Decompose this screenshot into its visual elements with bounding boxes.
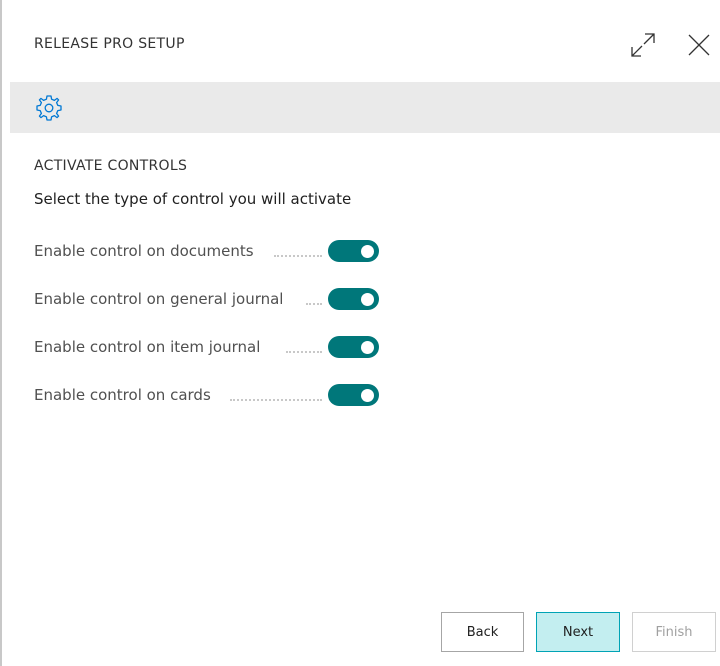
toggle-knob: [361, 245, 374, 258]
next-button[interactable]: Next: [536, 612, 620, 652]
section-subtitle: Select the type of control you will acti…: [34, 190, 352, 208]
control-label: Enable control on cards: [34, 386, 211, 404]
control-row-documents: Enable control on documents: [34, 240, 384, 264]
close-icon: [688, 34, 710, 56]
control-label: Enable control on general journal: [34, 290, 284, 308]
leader-dots: [286, 341, 322, 353]
dialog-title: RELEASE PRO SETUP: [34, 36, 185, 52]
toggle-cards[interactable]: [328, 384, 379, 406]
finish-button[interactable]: Finish: [632, 612, 716, 652]
expand-icon: [631, 33, 655, 57]
expand-button[interactable]: [628, 30, 658, 60]
toggle-general-journal[interactable]: [328, 288, 379, 310]
toggle-item-journal[interactable]: [328, 336, 379, 358]
gear-icon: [36, 95, 62, 121]
control-row-item-journal: Enable control on item journal: [34, 336, 384, 360]
control-row-general-journal: Enable control on general journal: [34, 288, 384, 312]
toggle-knob: [361, 341, 374, 354]
control-label: Enable control on item journal: [34, 338, 261, 356]
section-title: ACTIVATE CONTROLS: [34, 158, 188, 174]
control-label: Enable control on documents: [34, 242, 254, 260]
header-banner: [10, 82, 720, 133]
leader-dots: [274, 245, 322, 257]
leader-dots: [230, 389, 322, 401]
window-edge: [0, 0, 2, 666]
toggle-knob: [361, 293, 374, 306]
control-row-cards: Enable control on cards: [34, 384, 384, 408]
toggle-documents[interactable]: [328, 240, 379, 262]
close-button[interactable]: [684, 30, 714, 60]
back-button[interactable]: Back: [441, 612, 524, 652]
toggle-knob: [361, 389, 374, 402]
leader-dots: [306, 293, 322, 305]
